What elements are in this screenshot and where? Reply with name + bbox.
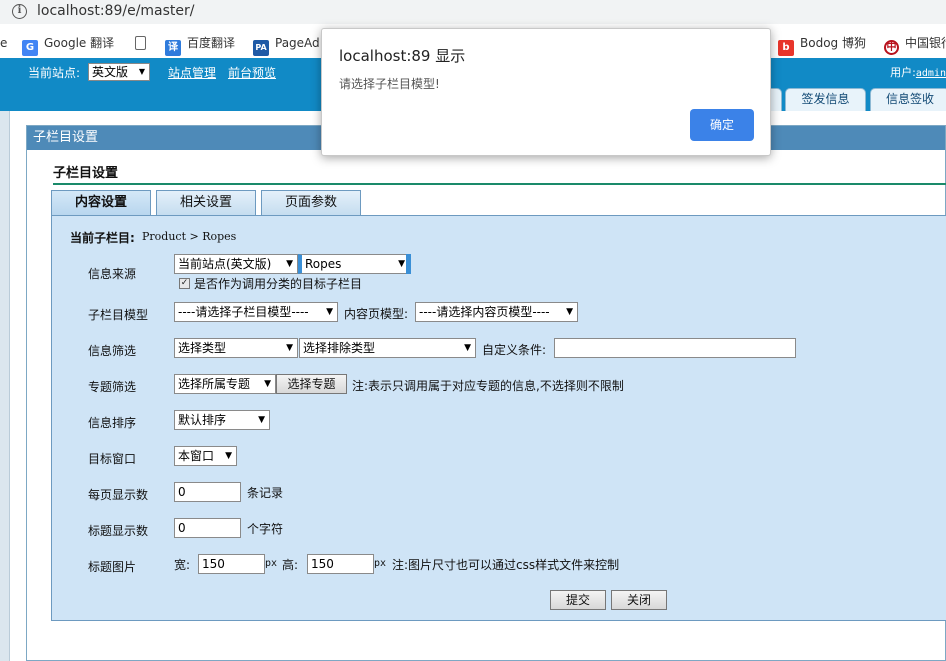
section-title: 子栏目设置: [53, 162, 946, 185]
google-translate-icon: G: [22, 40, 38, 56]
title-length-label: 标题显示数: [88, 524, 149, 538]
submit-button[interactable]: 提交: [550, 590, 606, 610]
bookmark-e[interactable]: e: [0, 34, 7, 52]
user-name-link[interactable]: admin: [916, 68, 946, 79]
per-page-input[interactable]: 0: [174, 482, 241, 502]
image-height-input[interactable]: 150: [307, 554, 374, 574]
settings-form: 当前子栏目: Product > Ropes 信息来源 当前站点(英文版) Ro…: [51, 215, 946, 621]
content-model-label: 内容页模型:: [344, 307, 409, 321]
site-manage-link[interactable]: 站点管理: [168, 64, 216, 81]
dialog-message: 请选择子栏目模型!: [339, 77, 440, 91]
exclude-type-select[interactable]: 选择排除类型: [299, 338, 476, 358]
left-sidebar-strip: [0, 111, 10, 661]
pagead-icon: PA: [253, 40, 269, 56]
user-label: 用户:: [890, 66, 916, 79]
bookmark-baidu-translate[interactable]: 译百度翻译: [165, 34, 236, 56]
boc-icon: 中: [884, 40, 899, 55]
topic-note: 注:表示只调用属于对应专题的信息,不选择则不限制: [352, 379, 624, 393]
target-window-select[interactable]: 本窗口: [174, 446, 237, 466]
topic-select[interactable]: 选择所属专题: [174, 374, 276, 394]
address-bar[interactable]: i localhost:89/e/master/: [0, 0, 946, 24]
station-label: 当前站点:: [28, 66, 81, 80]
bookmark-label: Bodog 博狗: [800, 36, 866, 50]
close-button[interactable]: 关闭: [611, 590, 667, 610]
target-column-checkbox[interactable]: ✓: [179, 278, 190, 289]
title-length-unit: 个字符: [247, 522, 284, 536]
target-window-label: 目标窗口: [88, 452, 137, 466]
sort-label: 信息排序: [88, 416, 137, 430]
source-column-select[interactable]: Ropes: [298, 254, 410, 274]
dialog-ok-button[interactable]: 确定: [690, 109, 754, 141]
image-size-note: 注:图片尺寸也可以通过css样式文件来控制: [392, 558, 620, 572]
per-page-unit: 条记录: [247, 486, 284, 500]
breadcrumb: Product > Ropes: [142, 230, 237, 243]
source-label: 信息来源: [88, 267, 137, 281]
bookmark-label: Google 翻译: [44, 36, 115, 50]
tab-receive-info[interactable]: 信息签收: [870, 88, 946, 111]
baidu-translate-icon: 译: [165, 40, 181, 56]
topic-label: 专题筛选: [88, 380, 137, 394]
model-label: 子栏目模型: [88, 308, 149, 322]
bodog-icon: b: [778, 40, 794, 56]
alert-dialog: localhost:89 显示 请选择子栏目模型! 确定: [321, 28, 771, 156]
tab-page-params[interactable]: 页面参数: [261, 190, 361, 216]
width-unit: px: [265, 558, 278, 569]
sort-select[interactable]: 默认排序: [174, 410, 270, 430]
bookmark-pagead[interactable]: PA PageAd: [253, 34, 320, 56]
bookmark-label: 中国银行: [905, 36, 946, 50]
custom-condition-input[interactable]: [554, 338, 796, 358]
target-column-checkbox-label: 是否作为调用分类的目标子栏目: [194, 277, 363, 291]
user-info: 用户:admin: [890, 64, 946, 80]
width-label: 宽:: [174, 558, 191, 572]
bookmark-bodog[interactable]: b Bodog 博狗: [778, 34, 866, 56]
select-edge-bar: [406, 254, 411, 274]
height-unit: px: [374, 558, 387, 569]
bookmark-label: PageAd: [275, 36, 320, 50]
per-page-label: 每页显示数: [88, 488, 149, 502]
column-model-select[interactable]: ----请选择子栏目模型----: [174, 302, 338, 322]
custom-condition-label: 自定义条件:: [482, 343, 547, 357]
image-width-input[interactable]: 150: [198, 554, 265, 574]
bookmark-boc[interactable]: 中中国银行: [884, 34, 946, 55]
preview-link[interactable]: 前台预览: [228, 64, 276, 81]
station-select[interactable]: 英文版: [88, 63, 150, 81]
bookmark-document[interactable]: [135, 34, 152, 52]
bookmark-label: e: [0, 36, 8, 50]
type-select[interactable]: 选择类型: [174, 338, 298, 358]
document-icon: [135, 36, 146, 50]
tab-related-settings[interactable]: 相关设置: [156, 190, 256, 216]
info-icon[interactable]: i: [12, 4, 27, 19]
height-label: 高:: [282, 558, 299, 572]
title-length-input[interactable]: 0: [174, 518, 241, 538]
filter-label: 信息筛选: [88, 344, 137, 358]
bookmark-google-translate[interactable]: G Google 翻译: [22, 34, 115, 56]
choose-topic-button[interactable]: 选择专题: [276, 374, 347, 394]
content-model-select[interactable]: ----请选择内容页模型----: [415, 302, 578, 322]
tab-content-settings[interactable]: 内容设置: [51, 190, 151, 216]
column-settings-panel: 子栏目设置 子栏目设置 内容设置 相关设置 页面参数 当前子栏目: Produc…: [26, 125, 946, 661]
source-site-select[interactable]: 当前站点(英文版): [174, 254, 298, 274]
breadcrumb-label: 当前子栏目:: [70, 231, 135, 245]
bookmark-label: 百度翻译: [187, 36, 236, 50]
dialog-title: localhost:89 显示: [339, 47, 466, 65]
tab-sign-info[interactable]: 签发信息: [785, 88, 866, 111]
title-image-label: 标题图片: [88, 560, 137, 574]
url-text[interactable]: localhost:89/e/master/: [37, 3, 195, 19]
